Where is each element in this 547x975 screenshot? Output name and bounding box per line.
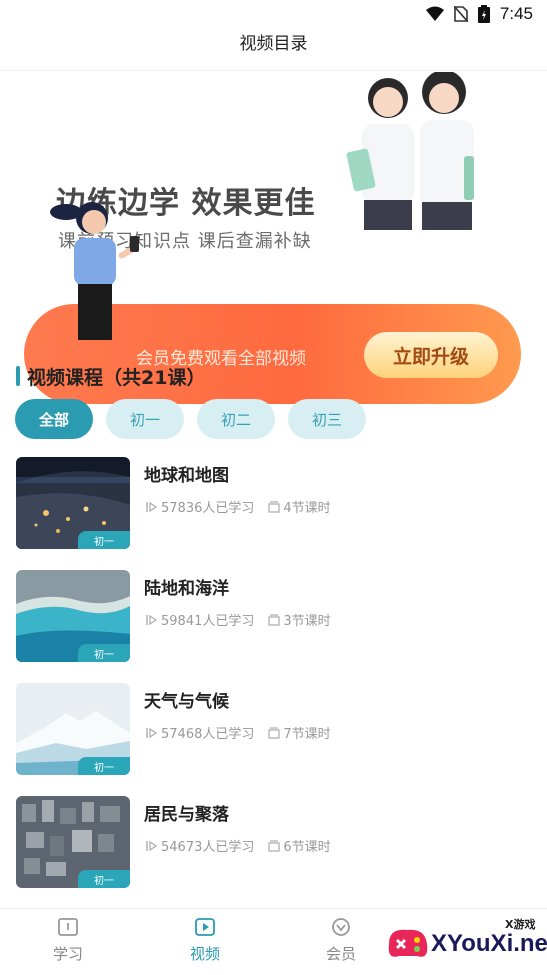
course-title: 天气与气候 [144, 692, 229, 712]
course-title: 陆地和海洋 [144, 579, 229, 599]
woman-illustration [50, 202, 139, 340]
learner-count: 57836人已学习 [161, 501, 255, 516]
lesson-count: 3节课时 [283, 614, 331, 629]
lessons-icon [268, 613, 280, 626]
play-icon [195, 918, 215, 936]
course-title: 居民与聚落 [144, 805, 229, 825]
tab-grade-7[interactable]: 初一 [106, 399, 184, 439]
tab-all[interactable]: 全部 [15, 399, 93, 439]
nav-video[interactable]: 视频 [165, 917, 245, 964]
book-icon [58, 918, 78, 936]
watermark-small-text: X游戏 [505, 918, 536, 931]
nav-vip[interactable]: 会员 [301, 917, 381, 964]
upgrade-button[interactable]: 立即升级 [364, 332, 498, 378]
course-meta: 59841人已学习 3节课时 [146, 610, 331, 629]
play-outline-icon [146, 727, 158, 738]
gamepad-logo-icon [388, 929, 428, 957]
learner-count: 54673人已学习 [161, 840, 255, 855]
status-bar: 7:45 [0, 0, 547, 30]
battery-icon [477, 5, 490, 23]
lesson-count: 4节课时 [283, 501, 331, 516]
lesson-count: 7节课时 [283, 727, 331, 742]
course-meta: 57836人已学习 4节课时 [146, 497, 331, 516]
play-outline-icon [146, 614, 158, 625]
course-meta: 57468人已学习 7节课时 [146, 723, 331, 742]
learner-count: 57468人已学习 [161, 727, 255, 742]
course-item[interactable]: 初一 天气与气候 57468人已学习 7节课时 [16, 683, 531, 796]
course-title: 地球和地图 [144, 466, 229, 486]
lesson-count: 6节课时 [283, 840, 331, 855]
no-sim-icon [453, 6, 468, 22]
nav-vip-label: 会员 [325, 945, 356, 963]
course-thumbnail: 初一 [16, 683, 130, 775]
nav-video-label: 视频 [189, 945, 220, 963]
tab-grade-9[interactable]: 初三 [288, 399, 366, 439]
course-item[interactable]: 初一 陆地和海洋 59841人已学习 3节课时 [16, 570, 531, 683]
students-illustration [346, 72, 474, 230]
site-watermark: XYouXi.net X游戏 [377, 912, 547, 974]
lessons-icon [268, 726, 280, 739]
clock: 7:45 [499, 4, 533, 23]
nav-study[interactable]: 学习 [28, 917, 108, 964]
nav-study-label: 学习 [52, 945, 83, 963]
page-title: 视频目录 [239, 34, 308, 54]
level-badge: 初一 [78, 644, 130, 662]
tab-grade-8[interactable]: 初二 [197, 399, 275, 439]
section-title: 视频课程（共21课） [27, 366, 206, 389]
grade-filter-tabs: 全部 初一 初二 初三 [15, 399, 366, 439]
vip-icon [332, 918, 350, 936]
level-badge: 初一 [78, 757, 130, 775]
lessons-icon [268, 839, 280, 852]
course-meta: 54673人已学习 6节课时 [146, 836, 331, 855]
level-badge: 初一 [78, 531, 130, 549]
page-header: 视频目录 [0, 30, 547, 71]
lessons-icon [268, 500, 280, 513]
section-accent-bar [16, 366, 20, 386]
play-outline-icon [146, 840, 158, 851]
wifi-icon [425, 6, 444, 21]
level-badge: 初一 [78, 870, 130, 888]
learner-count: 59841人已学习 [161, 614, 255, 629]
course-thumbnail: 初一 [16, 570, 130, 662]
section-heading: 视频课程（共21课） [16, 363, 205, 389]
course-list: 初一 地球和地图 57836人已学习 4节课时 初一 陆地和海洋 59841人已… [16, 457, 531, 909]
course-item[interactable]: 初一 地球和地图 57836人已学习 4节课时 [16, 457, 531, 570]
watermark-text: XYouXi.net [431, 930, 547, 957]
course-thumbnail: 初一 [16, 457, 130, 549]
promo-banner[interactable]: 边练边学 效果更佳 课前预习知识点 课后查漏补缺 会员免费观看全部视频 立即升级 [0, 72, 547, 404]
play-outline-icon [146, 501, 158, 512]
course-thumbnail: 初一 [16, 796, 130, 888]
course-item[interactable]: 初一 居民与聚落 54673人已学习 6节课时 [16, 796, 531, 909]
